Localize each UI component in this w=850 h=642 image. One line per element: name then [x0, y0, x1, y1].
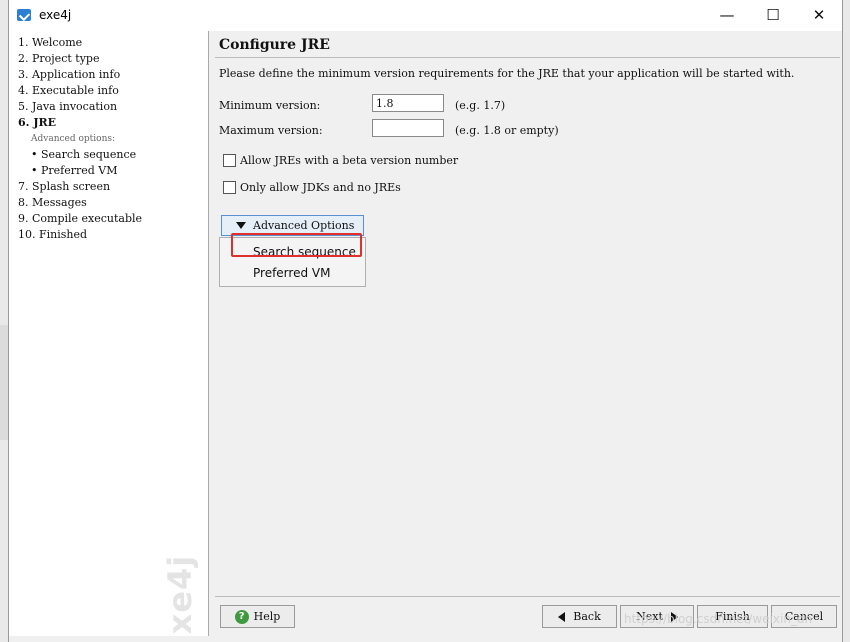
exe4j-window: exe4j — ☐ ✕ 1. Welcome 2. Project type 3… [8, 0, 843, 642]
back-button[interactable]: Back [542, 605, 617, 628]
help-button[interactable]: ? Help [220, 605, 295, 628]
red-highlight-box [231, 233, 362, 257]
checkbox-box[interactable] [223, 181, 236, 194]
page-description: Please define the minimum version requir… [219, 67, 795, 80]
step-messages[interactable]: 8. Messages [9, 195, 208, 211]
checkbox-box[interactable] [223, 154, 236, 167]
exe4j-watermark-logo: exe4j [161, 554, 199, 636]
dropdown-triangle-icon [236, 222, 246, 229]
window-title: exe4j [39, 8, 72, 22]
exe4j-app-icon [17, 9, 31, 21]
step-executable-info[interactable]: 4. Executable info [9, 83, 208, 99]
menu-item-preferred-vm[interactable]: Preferred VM [253, 266, 330, 280]
beta-jre-label: Allow JREs with a beta version number [240, 154, 459, 167]
step-jre[interactable]: 6. JRE [9, 115, 208, 131]
jdk-only-checkbox[interactable]: Only allow JDKs and no JREs [223, 181, 401, 194]
step-finished[interactable]: 10. Finished [9, 227, 208, 243]
footer-divider [215, 596, 840, 597]
step-compile-executable[interactable]: 9. Compile executable [9, 211, 208, 227]
background-window-fragment [0, 325, 8, 440]
help-label: Help [253, 610, 281, 623]
back-arrow-icon [558, 611, 566, 622]
page-title: Configure JRE [219, 37, 330, 53]
max-version-label: Maximum version: [219, 124, 323, 137]
minimize-button[interactable]: — [704, 0, 750, 31]
close-button[interactable]: ✕ [796, 0, 842, 31]
advanced-options-caption: Advanced options: [31, 134, 116, 144]
step-splash-screen[interactable]: 7. Splash screen [9, 179, 208, 195]
help-icon: ? [234, 609, 249, 624]
step-project-type[interactable]: 2. Project type [9, 51, 208, 67]
min-version-input[interactable]: 1.8 [372, 94, 444, 112]
beta-jre-checkbox[interactable]: Allow JREs with a beta version number [223, 154, 458, 167]
wizard-steps-panel: 1. Welcome 2. Project type 3. Applicatio… [9, 31, 209, 636]
heading-divider [215, 57, 840, 58]
min-version-hint: (e.g. 1.7) [455, 99, 506, 112]
step-welcome[interactable]: 1. Welcome [9, 35, 208, 51]
step-list: 1. Welcome 2. Project type 3. Applicatio… [9, 31, 208, 243]
step-preferred-vm[interactable]: • Preferred VM [9, 163, 208, 179]
max-version-input[interactable] [372, 119, 444, 137]
step-search-sequence[interactable]: • Search sequence [9, 147, 208, 163]
watermark-url: https://blog.csdn.net/weixin_dn [624, 612, 813, 626]
step-application-info[interactable]: 3. Application info [9, 67, 208, 83]
step-java-invocation[interactable]: 5. Java invocation [9, 99, 208, 115]
maximize-button[interactable]: ☐ [750, 0, 796, 31]
min-version-label: Minimum version: [219, 99, 321, 112]
jdk-only-label: Only allow JDKs and no JREs [240, 181, 401, 194]
max-version-hint: (e.g. 1.8 or empty) [455, 124, 559, 137]
back-label: Back [573, 610, 601, 623]
title-bar: exe4j — ☐ ✕ [9, 0, 842, 31]
advanced-options-label: Advanced Options [253, 219, 355, 232]
